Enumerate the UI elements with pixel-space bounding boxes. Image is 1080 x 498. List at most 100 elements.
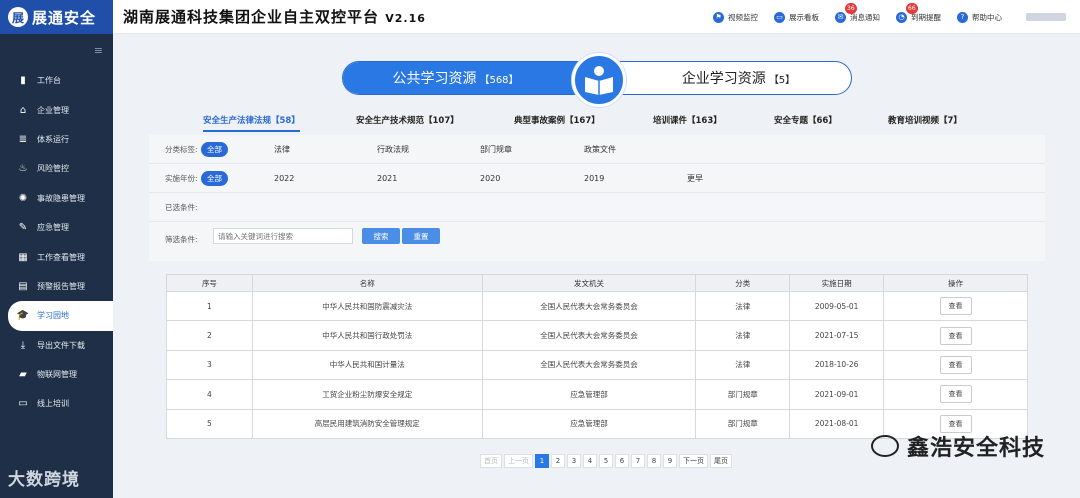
sidebar-item[interactable]: ≣ 体系运行: [0, 125, 113, 154]
header-nav-item[interactable]: ✉ 消息通知 36: [835, 2, 880, 23]
help-icon: ?: [957, 11, 968, 23]
year-option[interactable]: 2021: [377, 164, 397, 193]
page-number-button[interactable]: 4: [583, 454, 597, 468]
sidebar-item[interactable]: ✎ 应急管理: [0, 213, 113, 242]
page-number-button[interactable]: 8: [647, 454, 661, 468]
search-filter-label: 筛选条件:: [165, 235, 198, 244]
sidebar-item-label: 应急管理: [37, 223, 69, 233]
sidebar-item[interactable]: ✺ 事故隐患管理: [0, 184, 113, 213]
search-button[interactable]: 搜索: [362, 228, 400, 244]
table-cell: 1: [166, 290, 253, 322]
category-option[interactable]: 行政法规: [377, 135, 409, 164]
prev-page-button[interactable]: 上一页: [504, 454, 533, 468]
header-nav-label: 到期提醒: [911, 12, 941, 22]
table-cell: 查看: [883, 349, 1028, 381]
header-nav-item[interactable]: ? 帮助中心: [957, 11, 1002, 23]
enterprise-resources-button[interactable]: 企业学习资源 【5】: [596, 62, 851, 94]
page-number-button[interactable]: 5: [599, 454, 613, 468]
page-number-button[interactable]: 7: [631, 454, 645, 468]
sidebar-item-label: 线上培训: [37, 399, 69, 409]
table-cell: 部门规章: [695, 408, 791, 439]
next-page-button[interactable]: 下一页: [679, 454, 708, 468]
sidebar-item[interactable]: ⤓ 导出文件下载: [0, 331, 113, 360]
header-nav-item[interactable]: ▭ 展示看板: [774, 11, 819, 23]
table-cell: 中华人民共和国计量法: [251, 349, 483, 381]
message-icon: ✉: [835, 11, 846, 23]
sidebar: 展 展通安全 ≡ ▮ 工作台 ⌂ 企业管理 ≣ 体系运行 ♨ 风险管控 ✺ 事故隐患管理 ✎ 应急管理…: [0, 0, 113, 498]
table-cell: 4: [166, 379, 253, 410]
menu-collapse-icon[interactable]: ≡: [0, 34, 113, 66]
header-nav-item[interactable]: ◔ 到期提醒 66: [896, 2, 941, 23]
page-number-button[interactable]: 2: [551, 454, 565, 468]
category-option[interactable]: 全部: [201, 135, 228, 164]
table-cell: 应急管理部: [481, 379, 697, 410]
count-badge: 36: [845, 2, 857, 14]
page-number-button[interactable]: 9: [663, 454, 677, 468]
header-nav-item[interactable]: ⚑ 视频监控: [713, 11, 758, 23]
search-input[interactable]: [213, 228, 353, 244]
year-option-label: 更早: [687, 174, 703, 183]
sidebar-item[interactable]: ▰ 物联网管理: [0, 360, 113, 389]
table-cell: 查看: [883, 379, 1028, 410]
view-button[interactable]: 查看: [939, 385, 972, 404]
year-option-label: 2020: [480, 174, 501, 183]
sidebar-item[interactable]: ▤ 预警报告管理: [0, 272, 113, 301]
header-nav-label: 帮助中心: [972, 12, 1002, 22]
sidebar-item[interactable]: ▦ 工作查看管理: [0, 242, 113, 271]
sidebar-item-label: 事故隐患管理: [37, 193, 85, 203]
public-resources-button[interactable]: 公共学习资源 【568】: [343, 62, 598, 94]
home-icon: ⌂: [19, 104, 27, 116]
top-header: 湖南展通科技集团企业自主双控平台 V2.16 ⚑ 视频监控 ▭ 展示看板 ✉ 消息通知 36…: [113, 0, 1080, 34]
sidebar-item-label: 工作查看管理: [37, 252, 85, 262]
year-option[interactable]: 2022: [274, 164, 294, 193]
radiation-icon: ✺: [18, 192, 28, 204]
table-row: 1 中华人民共和国防震减灾法 全国人民代表大会常务委员会 法律 2009-05-01 查看: [166, 290, 1028, 322]
year-option[interactable]: 全部: [201, 164, 228, 193]
column-header: 发文机关: [481, 274, 697, 292]
category-option[interactable]: 部门规章: [480, 135, 512, 164]
view-button[interactable]: 查看: [939, 297, 972, 316]
table-cell: 中华人民共和国防震减灾法: [251, 290, 483, 322]
brand[interactable]: 展 展通安全: [0, 0, 113, 34]
reset-button[interactable]: 重置: [402, 228, 440, 244]
sidebar-item-label: 工作台: [37, 76, 61, 86]
year-option[interactable]: 2019: [584, 164, 604, 193]
year-option[interactable]: 更早: [687, 164, 703, 193]
version-label: V2.16: [385, 12, 426, 25]
page-number-button[interactable]: 6: [615, 454, 629, 468]
sidebar-item-label: 预警报告管理: [37, 281, 85, 291]
page-number-button[interactable]: 1: [535, 454, 549, 468]
sidebar-item[interactable]: 🎓 学习园地: [8, 301, 113, 331]
category-tab[interactable]: 安全专题【66】: [774, 114, 837, 126]
view-button[interactable]: 查看: [939, 355, 972, 374]
category-option[interactable]: 政策文件: [584, 135, 616, 164]
category-tab[interactable]: 典型事故案例【167】: [514, 114, 600, 126]
first-page-button[interactable]: 首页: [480, 454, 502, 468]
year-option-label: 全部: [201, 171, 228, 186]
table-cell: 2: [166, 320, 253, 351]
year-option[interactable]: 2020: [480, 164, 500, 193]
category-option-label: 行政法规: [377, 145, 409, 154]
column-header: 序号: [166, 274, 253, 292]
selected-filter-row: 已选条件:: [149, 193, 1045, 222]
header-nav: ⚑ 视频监控 ▭ 展示看板 ✉ 消息通知 36 ◔ 到期提醒 66? 帮助中心: [697, 0, 1080, 34]
user-name-blurred[interactable]: [1026, 13, 1066, 21]
last-page-button[interactable]: 尾页: [710, 454, 732, 468]
stack-icon: ▰: [19, 369, 27, 381]
sidebar-item[interactable]: ▮ 工作台: [0, 66, 113, 95]
sidebar-item[interactable]: ▭ 线上培训: [0, 389, 113, 418]
category-option[interactable]: 法律: [274, 135, 290, 164]
category-tab[interactable]: 教育培训视频【7】: [888, 114, 962, 126]
calendar-icon: ▦: [18, 251, 28, 263]
table-row: 2 中华人民共和国行政处罚法 全国人民代表大会常务委员会 法律 2021-07-15 查看: [166, 320, 1028, 351]
category-tab[interactable]: 安全生产法律法规【58】: [203, 114, 300, 132]
category-tab[interactable]: 安全生产技术规范【107】: [356, 114, 459, 126]
selected-filter-label: 已选条件:: [165, 202, 198, 212]
category-tab[interactable]: 培训课件【163】: [653, 114, 722, 126]
sidebar-item[interactable]: ♨ 风险管控: [0, 154, 113, 183]
table-cell: 5: [166, 408, 253, 439]
view-button[interactable]: 查看: [939, 326, 972, 345]
sidebar-item[interactable]: ⌂ 企业管理: [0, 95, 113, 124]
bell-icon: ◔: [896, 11, 907, 23]
page-number-button[interactable]: 3: [567, 454, 581, 468]
